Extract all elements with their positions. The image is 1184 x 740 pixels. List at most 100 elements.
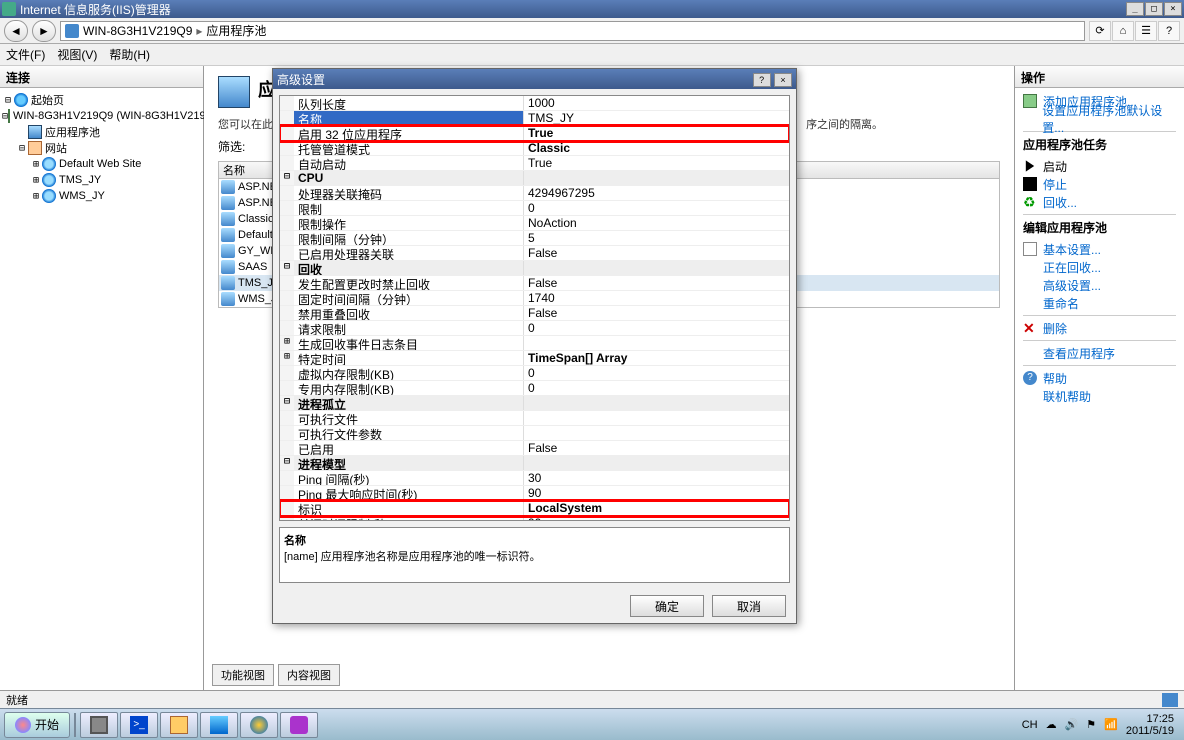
tab-content[interactable]: 内容视图	[278, 664, 340, 686]
property-value[interactable]: 30	[524, 471, 789, 485]
refresh-icon[interactable]: ⟳	[1089, 21, 1111, 41]
property-row[interactable]: 名称TMS_JY	[280, 111, 789, 126]
property-row[interactable]: Ping 最大响应时间(秒)90	[280, 486, 789, 501]
tray-icon-3[interactable]: ⚑	[1086, 718, 1096, 731]
expand-toggle[interactable]	[280, 441, 294, 455]
expand-toggle[interactable]	[280, 306, 294, 320]
property-value[interactable]: True	[524, 156, 789, 170]
taskbar-powershell[interactable]: >_	[120, 712, 158, 738]
property-row[interactable]: 可执行文件参数	[280, 426, 789, 441]
property-value[interactable]	[524, 396, 789, 410]
expand-toggle[interactable]	[280, 126, 294, 140]
property-value[interactable]: 5	[524, 231, 789, 245]
property-row[interactable]: ⊞生成回收事件日志条目	[280, 336, 789, 351]
property-value[interactable]	[524, 411, 789, 425]
action-rename[interactable]: 重命名	[1023, 294, 1176, 312]
action-recycling-settings[interactable]: 正在回收...	[1023, 258, 1176, 276]
expand-toggle[interactable]	[280, 231, 294, 245]
property-row[interactable]: 关闭时间限制(秒)90	[280, 516, 789, 521]
expand-toggle[interactable]	[280, 156, 294, 170]
property-value[interactable]: 0	[524, 381, 789, 395]
property-row[interactable]: 托管管道模式Classic	[280, 141, 789, 156]
breadcrumb[interactable]: WIN-8G3H1V219Q9 ▸ 应用程序池	[60, 21, 1085, 41]
tree-node[interactable]: 应用程序池	[2, 124, 201, 140]
property-row[interactable]: 队列长度1000	[280, 96, 789, 111]
property-value[interactable]: LocalSystem	[524, 501, 789, 515]
property-value[interactable]	[524, 171, 789, 185]
tree-node[interactable]: ⊞TMS_JY	[2, 172, 201, 188]
tray-icon-1[interactable]: ☁	[1046, 718, 1057, 731]
ok-button[interactable]: 确定	[630, 595, 704, 617]
property-row[interactable]: 专用内存限制(KB)0	[280, 381, 789, 396]
action-online-help[interactable]: 联机帮助	[1023, 387, 1176, 405]
tree-node[interactable]: ⊟网站	[2, 140, 201, 156]
property-value[interactable]: False	[524, 276, 789, 290]
menu-file[interactable]: 文件(F)	[6, 46, 45, 63]
expand-toggle[interactable]	[280, 216, 294, 230]
dialog-close-button[interactable]: ×	[774, 73, 792, 87]
tree-toggle[interactable]: ⊟	[2, 95, 14, 106]
property-value[interactable]: 1000	[524, 96, 789, 110]
tree-toggle[interactable]: ⊞	[30, 175, 42, 186]
expand-toggle[interactable]	[280, 321, 294, 335]
clock[interactable]: 17:25 2011/5/19	[1126, 713, 1174, 737]
property-value[interactable]: True	[524, 126, 789, 140]
property-value[interactable]	[524, 456, 789, 470]
property-value[interactable]: 0	[524, 321, 789, 335]
action-delete[interactable]: ✕删除	[1023, 319, 1176, 337]
tree-toggle[interactable]: ⊞	[30, 159, 42, 170]
minimize-button[interactable]: _	[1126, 2, 1144, 16]
property-category[interactable]: ⊟进程模型	[280, 456, 789, 471]
expand-toggle[interactable]	[280, 96, 294, 110]
tree-node[interactable]: ⊟WIN-8G3H1V219Q9 (WIN-8G3H1V219Q9\	[2, 108, 201, 124]
property-row[interactable]: 处理器关联掩码4294967295	[280, 186, 789, 201]
taskbar-iis[interactable]	[200, 712, 238, 738]
property-value[interactable]: 0	[524, 201, 789, 215]
property-value[interactable]: 4294967295	[524, 186, 789, 200]
taskbar-ie[interactable]	[240, 712, 278, 738]
action-view-apps[interactable]: 查看应用程序	[1023, 344, 1176, 362]
property-category[interactable]: ⊟CPU	[280, 171, 789, 186]
tree-node[interactable]: ⊞Default Web Site	[2, 156, 201, 172]
expand-toggle[interactable]	[280, 276, 294, 290]
expand-toggle[interactable]	[280, 246, 294, 260]
expand-toggle[interactable]: ⊟	[280, 456, 294, 470]
property-category[interactable]: ⊟回收	[280, 261, 789, 276]
expand-toggle[interactable]	[280, 516, 294, 521]
expand-toggle[interactable]	[280, 486, 294, 500]
property-row[interactable]: 限制间隔（分钟）5	[280, 231, 789, 246]
dialog-help-button[interactable]: ?	[753, 73, 771, 87]
expand-toggle[interactable]	[280, 426, 294, 440]
property-value[interactable]: TimeSpan[] Array	[524, 351, 789, 365]
breadcrumb-leaf[interactable]: 应用程序池	[206, 22, 266, 39]
restore-button[interactable]: □	[1145, 2, 1163, 16]
property-row[interactable]: 标识LocalSystem	[280, 501, 789, 516]
tree-toggle[interactable]: ⊞	[30, 191, 42, 202]
property-row[interactable]: 发生配置更改时禁止回收False	[280, 276, 789, 291]
expand-toggle[interactable]: ⊟	[280, 171, 294, 185]
property-value[interactable]: 90	[524, 516, 789, 521]
menu-help[interactable]: 帮助(H)	[109, 46, 150, 63]
property-row[interactable]: ⊞特定时间TimeSpan[] Array	[280, 351, 789, 366]
property-row[interactable]: 固定时间间隔（分钟）1740	[280, 291, 789, 306]
expand-toggle[interactable]	[280, 291, 294, 305]
stop-icon[interactable]: ☰	[1135, 21, 1157, 41]
expand-toggle[interactable]	[280, 186, 294, 200]
expand-toggle[interactable]	[280, 366, 294, 380]
property-row[interactable]: 可执行文件	[280, 411, 789, 426]
expand-toggle[interactable]	[280, 501, 294, 515]
property-value[interactable]: False	[524, 246, 789, 260]
expand-toggle[interactable]	[280, 141, 294, 155]
tray-icon-4[interactable]: 📶	[1104, 718, 1118, 731]
property-row[interactable]: 请求限制0	[280, 321, 789, 336]
property-row[interactable]: 虚拟内存限制(KB)0	[280, 366, 789, 381]
property-row[interactable]: 禁用重叠回收False	[280, 306, 789, 321]
forward-button[interactable]: ►	[32, 20, 56, 42]
action-stop[interactable]: 停止	[1023, 175, 1176, 193]
dialog-titlebar[interactable]: 高级设置 ? ×	[273, 69, 796, 89]
property-value[interactable]: False	[524, 306, 789, 320]
property-value[interactable]: False	[524, 441, 789, 455]
property-row[interactable]: Ping 间隔(秒)30	[280, 471, 789, 486]
tree-node[interactable]: ⊞WMS_JY	[2, 188, 201, 204]
taskbar-servermgr[interactable]	[80, 712, 118, 738]
